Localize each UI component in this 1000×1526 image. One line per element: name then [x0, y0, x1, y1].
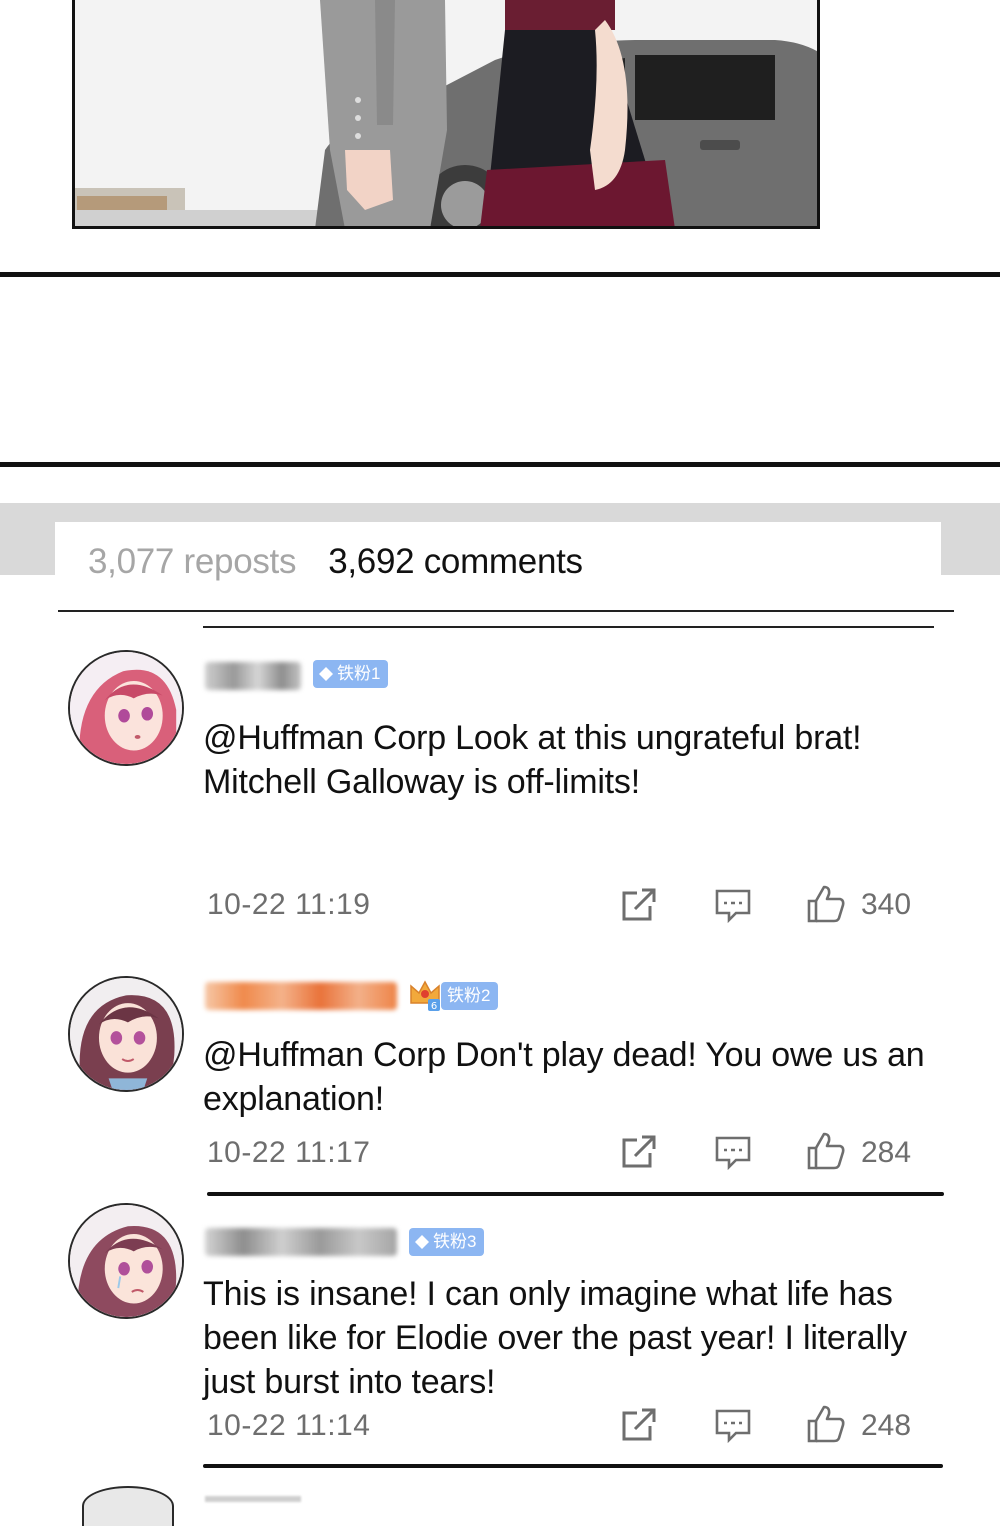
tab-comments[interactable]: 3,692 comments [328, 540, 583, 584]
comment-text: This is insane! I can only imagine what … [203, 1275, 907, 1401]
list-divider [203, 626, 934, 628]
share-icon[interactable] [620, 1133, 658, 1171]
comment-icon[interactable] [714, 1406, 752, 1444]
avatar-image-pink-hair-girl [70, 652, 182, 764]
thumbs-up-icon[interactable] [806, 1131, 846, 1171]
tab-bar: 3,077 reposts 3,692 comments [88, 540, 583, 584]
avatar[interactable] [68, 650, 184, 766]
avatar[interactable] [68, 1203, 184, 1319]
like-count: 284 [861, 1136, 912, 1169]
blank-comic-panel [0, 272, 1000, 467]
fan-badge: 铁粉1 [313, 660, 389, 688]
avatar[interactable] [68, 976, 184, 1092]
tab-divider [58, 610, 954, 612]
crown-icon: 6 [410, 980, 440, 1011]
comment-timestamp: 10-22 11:14 [207, 1409, 371, 1442]
comic-panel-illustration [72, 0, 820, 229]
username-blurred[interactable] [205, 1228, 397, 1256]
diamond-icon [415, 1235, 429, 1249]
avatar[interactable] [82, 1486, 174, 1526]
comment-text: @Huffman Corp Don't play dead! You owe u… [203, 1036, 925, 1118]
comment-timestamp: 10-22 11:19 [207, 888, 371, 921]
thumbs-up-icon[interactable] [806, 1404, 846, 1444]
diamond-icon [319, 667, 333, 681]
comment-divider [203, 1464, 943, 1468]
tab-reposts[interactable]: 3,077 reposts [88, 540, 296, 584]
thumbs-up-icon[interactable] [806, 884, 846, 924]
avatar-image-brown-hair-girl [70, 978, 182, 1090]
username-blurred[interactable] [205, 662, 301, 690]
avatar-image-crying-girl [70, 1205, 182, 1317]
fan-badge-label: 铁粉3 [433, 1232, 477, 1251]
fan-badge-label: 铁粉1 [337, 664, 381, 683]
share-icon[interactable] [620, 1406, 658, 1444]
comment-timestamp: 10-22 11:17 [207, 1136, 371, 1169]
comment-text: @Huffman Corp Look at this ungrateful br… [203, 719, 862, 801]
crown-level: 6 [431, 1001, 437, 1011]
fan-badge: 铁粉3 [409, 1228, 485, 1256]
comment-icon[interactable] [714, 886, 752, 924]
comment-icon[interactable] [714, 1133, 752, 1171]
like-count: 248 [861, 1409, 912, 1442]
like-count: 340 [861, 888, 912, 921]
comment-divider [207, 1192, 944, 1196]
fan-badge-label: 铁粉2 [447, 986, 491, 1005]
fan-badge: 铁粉2 [441, 982, 499, 1010]
comic-scene-illustration [75, 0, 817, 226]
username-blurred[interactable] [205, 982, 397, 1010]
share-icon[interactable] [620, 886, 658, 924]
username-blurred[interactable] [205, 1496, 301, 1502]
